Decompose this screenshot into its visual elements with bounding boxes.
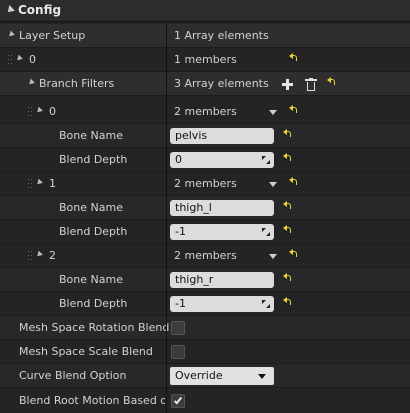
reset-to-default-arrow-icon[interactable] bbox=[327, 77, 337, 88]
field-value: 0 bbox=[175, 153, 182, 166]
config-category-header[interactable]: Config bbox=[0, 0, 410, 22]
mesh-rotation-checkbox[interactable] bbox=[171, 321, 185, 335]
collapse-arrow-icon[interactable] bbox=[5, 5, 15, 15]
property-row-blend-root-motion: Blend Root Motion Based on Root Bone bbox=[0, 389, 410, 413]
property-row-branch-filters: Branch Filters 3 Array elements bbox=[0, 72, 410, 96]
details-panel: Config Layer Setup 1 Array elements 0 1 … bbox=[0, 0, 410, 413]
bone-name-field[interactable]: thigh_l bbox=[170, 200, 274, 216]
property-row-mesh-space-rotation-blend: Mesh Space Rotation Blend bbox=[0, 316, 410, 340]
field-value: -1 bbox=[175, 225, 186, 238]
field-value: -1 bbox=[175, 297, 186, 310]
resize-handle-icon[interactable] bbox=[262, 156, 270, 164]
reset-to-default-arrow-icon[interactable] bbox=[283, 225, 293, 236]
element-index-label: 0 bbox=[29, 53, 36, 66]
expand-arrow-icon[interactable] bbox=[15, 54, 23, 63]
property-row-bone-name: Bone Name pelvis bbox=[0, 124, 410, 148]
property-label: Mesh Space Scale Blend bbox=[19, 345, 153, 358]
members-count: 2 members bbox=[174, 105, 237, 118]
reset-to-default-arrow-icon[interactable] bbox=[283, 297, 293, 308]
drag-handle-icon[interactable] bbox=[28, 178, 33, 190]
array-element-row-branch-filter-0: 0 2 members bbox=[0, 100, 410, 124]
chevron-down-icon[interactable] bbox=[269, 110, 277, 115]
property-label: Blend Root Motion Based on Root Bone bbox=[19, 394, 165, 407]
element-index-label: 0 bbox=[49, 105, 56, 118]
property-row-bone-name: Bone Name thigh_l bbox=[0, 196, 410, 220]
array-count: 1 Array elements bbox=[174, 29, 269, 42]
property-label: Blend Depth bbox=[59, 153, 128, 166]
members-count: 2 members bbox=[174, 249, 237, 262]
property-label: Blend Depth bbox=[59, 225, 128, 238]
reset-to-default-arrow-icon[interactable] bbox=[283, 129, 293, 140]
property-row-mesh-space-scale-blend: Mesh Space Scale Blend bbox=[0, 340, 410, 364]
property-row-blend-depth: Blend Depth -1 bbox=[0, 292, 410, 316]
expand-arrow-icon[interactable] bbox=[35, 178, 43, 187]
property-row-bone-name: Bone Name thigh_r bbox=[0, 268, 410, 292]
property-label: Bone Name bbox=[59, 129, 123, 142]
property-row-blend-depth: Blend Depth 0 bbox=[0, 148, 410, 172]
blend-depth-field[interactable]: 0 bbox=[170, 152, 274, 168]
resize-handle-icon[interactable] bbox=[262, 228, 270, 236]
reset-to-default-arrow-icon[interactable] bbox=[283, 201, 293, 212]
property-row-curve-blend-option: Curve Blend Option Override bbox=[0, 364, 410, 388]
expand-arrow-icon[interactable] bbox=[7, 30, 15, 39]
root-motion-checkbox[interactable] bbox=[171, 394, 185, 408]
curve-blend-dropdown[interactable]: Override bbox=[170, 367, 274, 385]
plus-icon[interactable] bbox=[282, 79, 293, 90]
property-label: Bone Name bbox=[59, 201, 123, 214]
expand-arrow-icon[interactable] bbox=[35, 250, 43, 259]
array-element-row-branch-filter-1: 1 2 members bbox=[0, 172, 410, 196]
chevron-down-icon[interactable] bbox=[269, 182, 277, 187]
property-label: Blend Depth bbox=[59, 297, 128, 310]
array-count: 3 Array elements bbox=[174, 77, 269, 90]
members-count: 1 members bbox=[174, 53, 237, 66]
column-splitter[interactable] bbox=[166, 22, 167, 413]
property-label: Layer Setup bbox=[19, 29, 86, 42]
expand-arrow-icon[interactable] bbox=[27, 78, 35, 87]
bone-name-field[interactable]: pelvis bbox=[170, 128, 274, 144]
reset-to-default-arrow-icon[interactable] bbox=[289, 249, 299, 260]
property-label: Curve Blend Option bbox=[19, 369, 127, 382]
drag-handle-icon[interactable] bbox=[28, 250, 33, 262]
element-index-label: 2 bbox=[49, 249, 56, 262]
chevron-down-icon[interactable] bbox=[269, 254, 277, 259]
trash-icon[interactable] bbox=[305, 78, 317, 91]
blend-depth-field[interactable]: -1 bbox=[170, 296, 274, 312]
dropdown-value: Override bbox=[175, 369, 223, 382]
bone-name-field[interactable]: thigh_r bbox=[170, 272, 274, 288]
array-element-row-layer-0: 0 1 members bbox=[0, 48, 410, 72]
property-label: Mesh Space Rotation Blend bbox=[19, 321, 170, 334]
expand-arrow-icon[interactable] bbox=[35, 106, 43, 115]
property-label: Bone Name bbox=[59, 273, 123, 286]
property-row-layer-setup: Layer Setup 1 Array elements bbox=[0, 24, 410, 48]
property-row-blend-depth: Blend Depth -1 bbox=[0, 220, 410, 244]
reset-to-default-arrow-icon[interactable] bbox=[289, 177, 299, 188]
element-index-label: 1 bbox=[49, 177, 56, 190]
check-icon bbox=[173, 395, 183, 405]
category-title: Config bbox=[18, 3, 62, 17]
members-count: 2 members bbox=[174, 177, 237, 190]
drag-handle-icon[interactable] bbox=[28, 106, 33, 118]
resize-handle-icon[interactable] bbox=[262, 300, 270, 308]
reset-to-default-arrow-icon[interactable] bbox=[289, 53, 299, 64]
reset-to-default-arrow-icon[interactable] bbox=[283, 273, 293, 284]
reset-to-default-arrow-icon[interactable] bbox=[289, 105, 299, 116]
array-element-row-branch-filter-2: 2 2 members bbox=[0, 244, 410, 268]
chevron-down-icon bbox=[258, 374, 266, 379]
reset-to-default-arrow-icon[interactable] bbox=[283, 153, 293, 164]
mesh-scale-checkbox[interactable] bbox=[171, 345, 185, 359]
blend-depth-field[interactable]: -1 bbox=[170, 224, 274, 240]
property-label: Branch Filters bbox=[39, 77, 115, 90]
drag-handle-icon[interactable] bbox=[8, 54, 13, 66]
